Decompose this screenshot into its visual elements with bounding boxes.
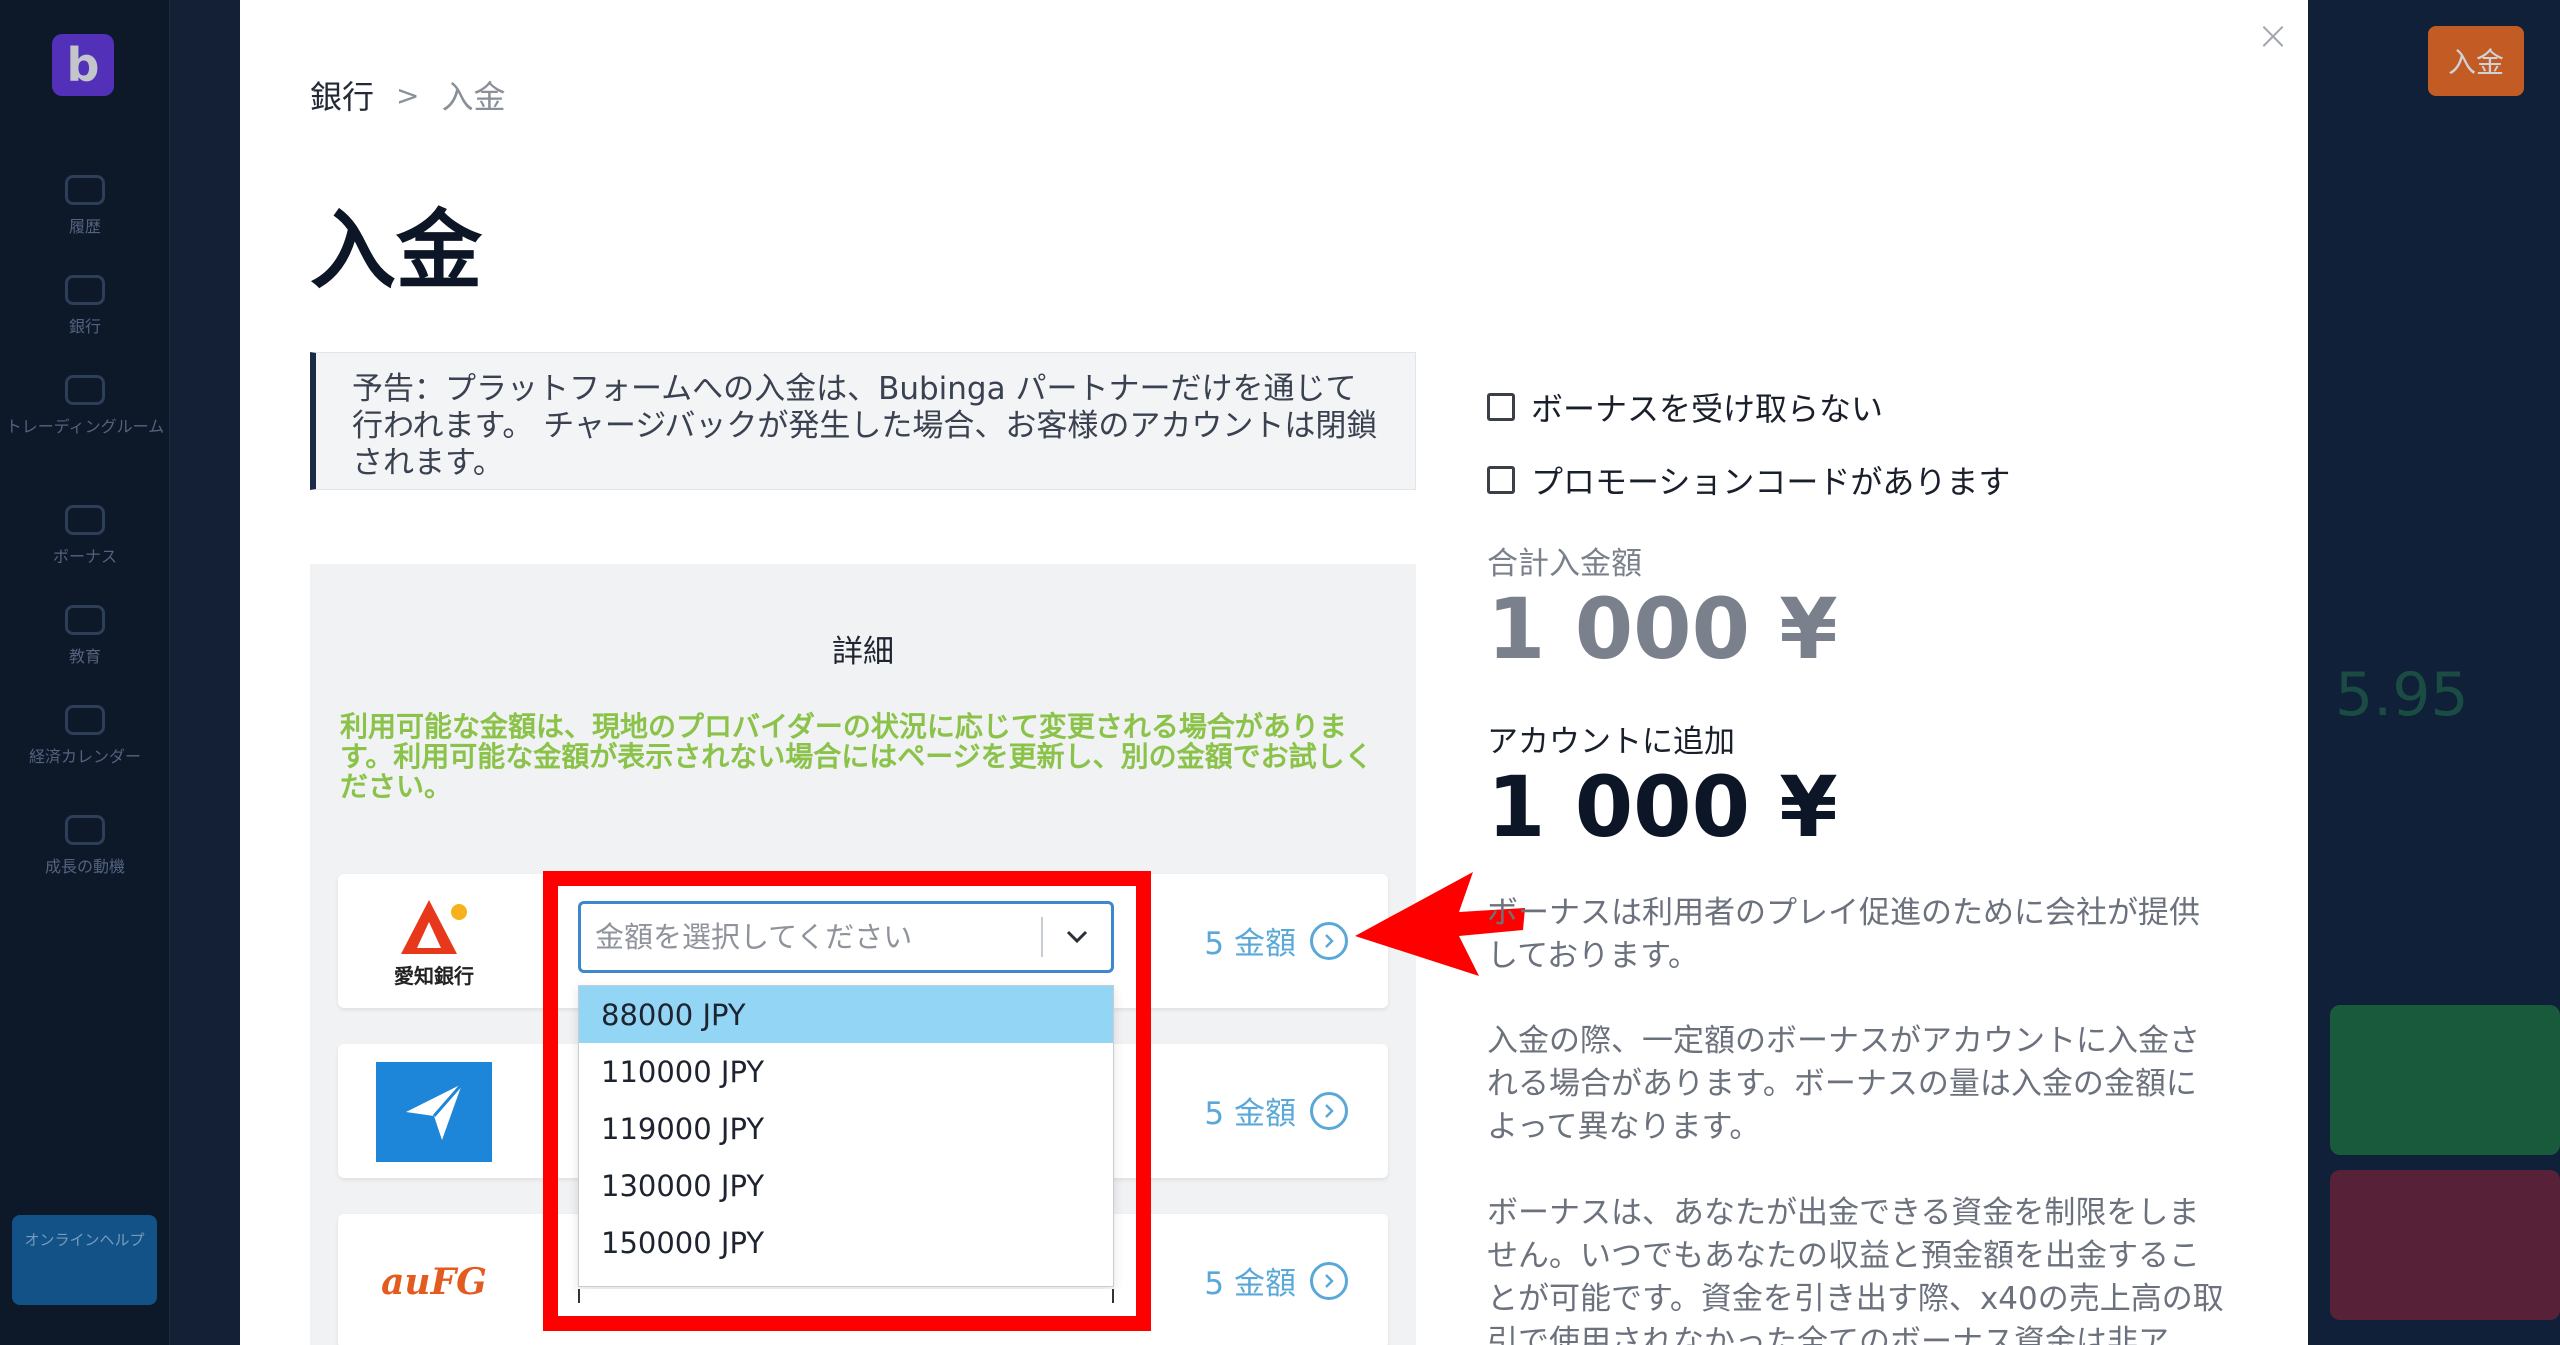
red-highlight-frame <box>543 871 1151 1331</box>
amounts-label: 5 金額 <box>1204 1096 1296 1132</box>
education-icon <box>65 605 105 635</box>
details-title: 詳細 <box>832 634 894 670</box>
side-item-education[interactable]: 教育 <box>0 605 170 667</box>
bonus-info-paragraph-2: 入金の際、一定額のボーナスがアカウントに入金される場合があります。ボーナスの量は… <box>1487 1023 2200 1145</box>
page-title: 入金 <box>310 201 482 301</box>
breadcrumb-bank-link[interactable]: 銀行 <box>310 72 374 118</box>
availability-warning: 利用可能な金額は、現地のプロバイダーの状況に応じて変更される場合があります。利用… <box>340 710 1373 803</box>
background-price: 5.95 <box>2335 660 2469 730</box>
bank-2-logo-icon <box>376 1062 492 1162</box>
history-icon <box>65 175 105 205</box>
amounts-label: 5 金額 <box>1204 1266 1296 1302</box>
bonus-icon <box>65 505 105 535</box>
amounts-label: 5 金額 <box>1204 926 1296 962</box>
trading-icon <box>65 375 105 405</box>
aufg-logo: auFG <box>374 1232 494 1332</box>
aichi-bank-logo: 愛知銀行 <box>374 892 494 992</box>
amounts-link-2[interactable]: 5 金額 <box>1204 1088 1348 1133</box>
side-rail: b 履歴 銀行 トレーディングルーム ボーナス 教育 経済カレンダー 成長の動機… <box>0 0 170 1345</box>
breadcrumb-separator: > <box>396 78 420 112</box>
no-bonus-checkbox-row[interactable]: ボーナスを受け取らない <box>1487 384 1883 430</box>
aufg-logo-text: auFG <box>381 1261 487 1303</box>
no-bonus-label: ボーナスを受け取らない <box>1531 390 1884 428</box>
down-button[interactable] <box>2330 1170 2560 1320</box>
growth-icon <box>65 815 105 845</box>
chevron-right-circle-icon <box>1310 1261 1348 1300</box>
app-logo: b <box>52 34 114 96</box>
add-to-account-label: アカウントに追加 <box>1487 724 1735 760</box>
bonus-info-paragraph-3: ボーナスは、あなたが出金できる資金を制限をしません。いつでもあなたの収益と預金額… <box>1487 1195 2224 1345</box>
aichi-logo-icon <box>401 899 467 954</box>
side-item-growth[interactable]: 成長の動機 <box>0 815 170 877</box>
bank-2-logo <box>374 1062 494 1162</box>
amounts-link-aichi[interactable]: 5 金額 <box>1204 918 1348 963</box>
breadcrumb: 銀行 > 入金 <box>310 72 506 118</box>
notice-box: 予告：プラットフォームへの入金は、Bubinga パートナーだけを通じて行われま… <box>310 352 1416 490</box>
total-deposit-label: 合計入金額 <box>1487 546 1642 582</box>
bank-icon <box>65 275 105 305</box>
side-item-history[interactable]: 履歴 <box>0 175 170 237</box>
promo-checkbox-row[interactable]: プロモーションコードがあります <box>1487 457 2010 503</box>
promo-code-label: プロモーションコードがあります <box>1531 463 2011 501</box>
calendar-icon <box>65 705 105 735</box>
aichi-bank-name: 愛知銀行 <box>394 963 474 988</box>
side-item-trading-room[interactable]: トレーディングルーム <box>0 375 170 437</box>
up-button[interactable] <box>2330 1005 2560 1155</box>
amounts-link-aufg[interactable]: 5 金額 <box>1204 1258 1348 1303</box>
online-help-button[interactable]: オンラインヘルプ <box>12 1215 157 1305</box>
side-item-bank[interactable]: 銀行 <box>0 275 170 337</box>
side-item-bonus[interactable]: ボーナス <box>0 505 170 567</box>
side-item-calendar[interactable]: 経済カレンダー <box>0 705 170 767</box>
header-deposit-button[interactable]: 入金 <box>2428 26 2524 96</box>
chevron-right-circle-icon <box>1310 921 1348 960</box>
add-to-account-value: 1 000 ¥ <box>1487 758 1838 856</box>
no-bonus-checkbox[interactable] <box>1487 393 1515 421</box>
breadcrumb-current: 入金 <box>441 78 506 116</box>
close-icon[interactable]: × <box>2255 16 2291 56</box>
bonus-info-paragraph-1: ボーナスは利用者のプレイ促進のために会社が提供しております。 <box>1487 895 2200 974</box>
chevron-right-circle-icon <box>1310 1091 1348 1130</box>
total-deposit-value: 1 000 ¥ <box>1487 580 1838 678</box>
promo-code-checkbox[interactable] <box>1487 466 1515 494</box>
